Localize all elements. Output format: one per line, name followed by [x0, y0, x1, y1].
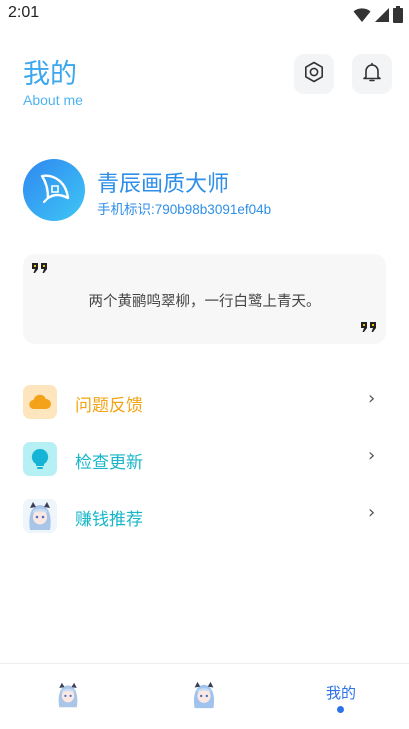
settings-hexagon-icon [303, 61, 325, 87]
menu-item-earn-money[interactable]: 赚钱推荐 › [0, 493, 409, 537]
avatar[interactable] [23, 159, 85, 221]
chevron-right-icon: › [368, 502, 376, 523]
status-time: 2:01 [8, 4, 40, 21]
quote-card: 两个黄鹂鸣翠柳，一行白鹭上青天。 [23, 254, 386, 344]
menu-item-feedback[interactable]: 问题反馈 › [0, 379, 409, 423]
device-id: 手机标识:790b98b3091ef04b [97, 202, 272, 217]
quote-text: 两个黄鹂鸣翠柳，一行白鹭上青天。 [88, 294, 321, 310]
notifications-button[interactable] [352, 54, 392, 94]
open-quote-icon [31, 260, 49, 279]
rocket-logo-icon [34, 168, 74, 212]
anime-girl-icon [23, 499, 57, 533]
nav-tab-second[interactable] [136, 664, 272, 729]
nav-tab-home[interactable] [0, 664, 136, 729]
menu-label-earn-money: 赚钱推荐 [75, 510, 143, 530]
bulb-icon [23, 442, 57, 476]
anime-girl-icon [54, 681, 82, 713]
close-quote-icon [360, 319, 378, 338]
signal-icon [374, 7, 390, 27]
active-tab-indicator [337, 706, 344, 713]
wifi-icon [353, 7, 371, 27]
status-icons [353, 6, 403, 27]
menu-label-feedback: 问题反馈 [75, 396, 143, 416]
nav-tab-me-label: 我的 [325, 684, 356, 702]
anime-girl-icon [189, 680, 219, 714]
menu-label-check-update: 检查更新 [75, 453, 143, 473]
page-subtitle: About me [23, 92, 83, 108]
menu-item-check-update[interactable]: 检查更新 › [0, 436, 409, 480]
bottom-nav: 我的 [0, 663, 409, 729]
bell-icon [361, 61, 383, 87]
settings-button[interactable] [294, 54, 334, 94]
chevron-right-icon: › [368, 388, 376, 409]
chevron-right-icon: › [368, 445, 376, 466]
battery-icon [393, 6, 403, 27]
page-title: 我的 [23, 59, 77, 90]
cloud-icon [23, 385, 57, 419]
status-bar: 2:01 [0, 0, 409, 28]
profile-name: 青辰画质大师 [97, 172, 230, 197]
nav-tab-me[interactable]: 我的 [273, 664, 409, 729]
